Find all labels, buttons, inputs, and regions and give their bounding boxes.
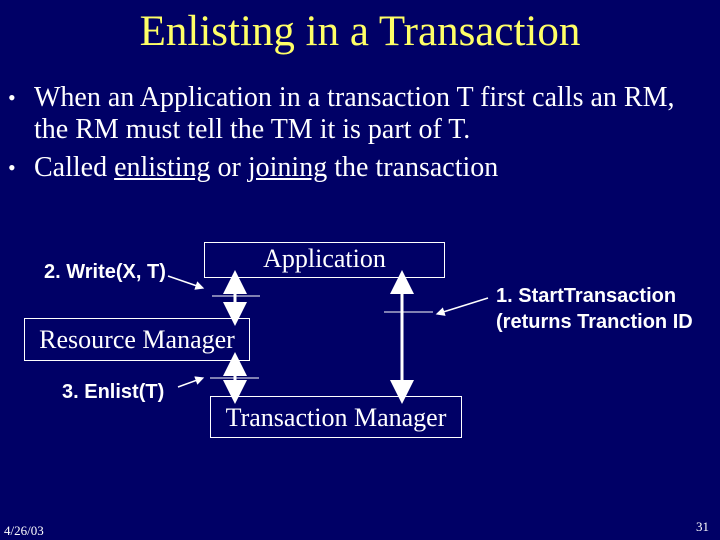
resource-manager-box: Resource Manager [24,318,250,361]
label-enlist: 3. Enlist(T) [62,381,165,403]
label-returns-id: (returns Tranction ID [496,311,693,333]
pointer-start [435,297,489,316]
footer-date: 4/26/03 [4,523,44,538]
pointer-enlist [177,376,205,388]
label-write: 2. Write(X, T) [44,261,166,283]
label-start-transaction: 1. StartTransaction [496,285,677,307]
slide-number: 31 [696,519,709,534]
pointer-write [167,275,205,290]
application-box: Application [204,242,445,278]
transaction-manager-box: Transaction Manager [210,396,462,438]
